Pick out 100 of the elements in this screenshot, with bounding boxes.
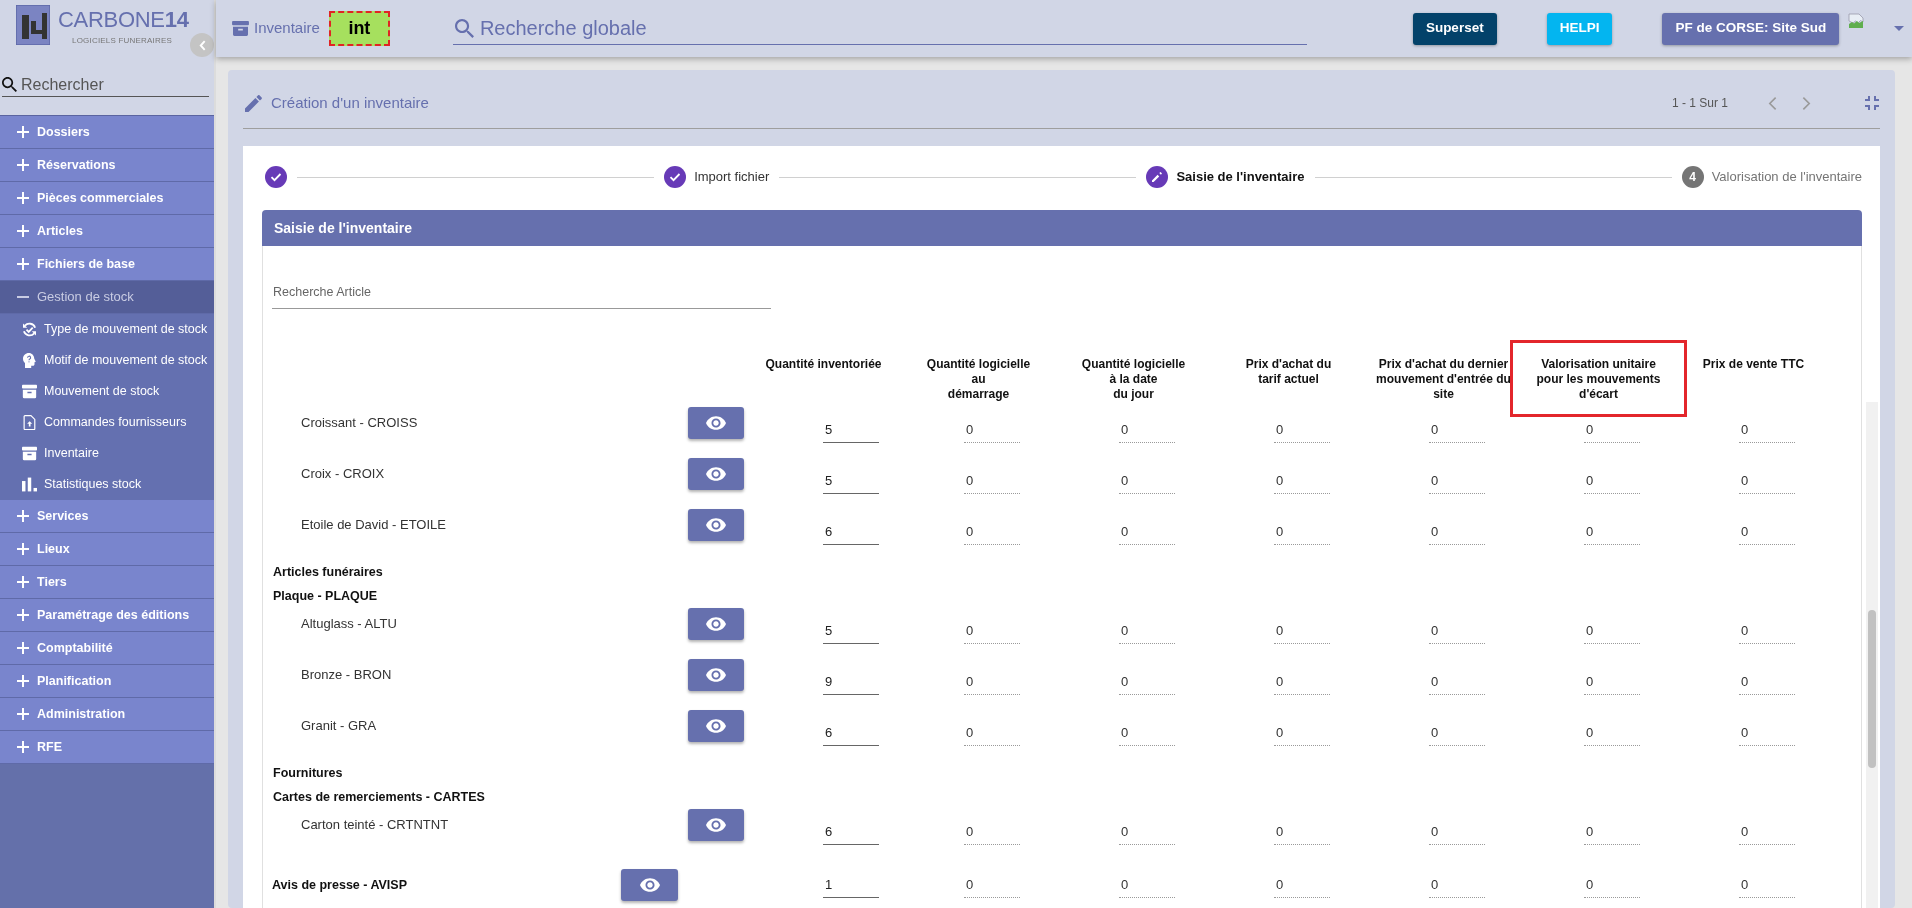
- readonly-value-field[interactable]: 0: [1584, 468, 1640, 494]
- plus-icon: [17, 708, 29, 720]
- readonly-value-field[interactable]: 0: [1429, 720, 1485, 746]
- readonly-value-field[interactable]: 0: [1584, 618, 1640, 644]
- readonly-value-field[interactable]: 0: [964, 872, 1020, 898]
- archive-icon: [232, 21, 249, 36]
- readonly-value-field[interactable]: 0: [1739, 819, 1795, 845]
- submenu-item[interactable]: Mouvement de stock: [0, 376, 214, 407]
- scrollbar-thumb[interactable]: [1868, 610, 1876, 768]
- column-header: Prix de vente TTC: [1701, 357, 1806, 373]
- readonly-value-field[interactable]: 0: [1429, 819, 1485, 845]
- readonly-value-field[interactable]: 0: [1274, 669, 1330, 695]
- readonly-value-field[interactable]: 0: [1274, 872, 1330, 898]
- readonly-value-field[interactable]: 0: [964, 618, 1020, 644]
- readonly-value-field[interactable]: 0: [1584, 519, 1640, 545]
- view-button[interactable]: [688, 809, 744, 841]
- readonly-value-field[interactable]: 0: [1119, 669, 1175, 695]
- readonly-value-field[interactable]: 0: [1584, 720, 1640, 746]
- readonly-value-field[interactable]: 0: [1429, 618, 1485, 644]
- view-button[interactable]: [688, 710, 744, 742]
- compress-icon[interactable]: [1865, 96, 1879, 110]
- archive-icon: [22, 446, 37, 461]
- quantity-field[interactable]: 5: [823, 618, 879, 644]
- article-name: Etoile de David - ETOILE: [301, 516, 446, 534]
- submenu-item[interactable]: Statistiques stock: [0, 469, 214, 500]
- step-pencil-icon: [1146, 166, 1169, 188]
- quantity-field[interactable]: 5: [823, 468, 879, 494]
- pagination-text: 1 - 1 Sur 1: [1671, 95, 1728, 112]
- readonly-value-field[interactable]: 0: [1739, 468, 1795, 494]
- readonly-value-field[interactable]: 0: [1584, 819, 1640, 845]
- readonly-value-field[interactable]: 0: [1429, 417, 1485, 443]
- readonly-value-field[interactable]: 0: [1739, 720, 1795, 746]
- readonly-value-field[interactable]: 0: [1274, 819, 1330, 845]
- column-header: Valorisation unitaire pour les mouvements d'écart: [1510, 340, 1687, 417]
- quantity-field[interactable]: 6: [823, 720, 879, 746]
- environment-badge: int: [328, 11, 390, 46]
- search-field[interactable]: Rechercher: [21, 73, 191, 96]
- plus-icon: [17, 576, 29, 588]
- readonly-value-field[interactable]: 0: [1274, 417, 1330, 443]
- readonly-value-field[interactable]: 0: [1584, 669, 1640, 695]
- quantity-field[interactable]: 5: [823, 417, 879, 443]
- minus-icon: [17, 296, 29, 298]
- plus-icon: [17, 510, 29, 522]
- view-button[interactable]: [688, 458, 744, 490]
- quantity-field[interactable]: 6: [823, 519, 879, 545]
- readonly-value-field[interactable]: 0: [1274, 468, 1330, 494]
- brand-tagline: LOGICIELS FUNERAIRES: [72, 35, 174, 47]
- readonly-value-field[interactable]: 0: [1119, 618, 1175, 644]
- readonly-value-field[interactable]: 0: [1119, 468, 1175, 494]
- readonly-value-field[interactable]: 0: [1429, 872, 1485, 898]
- caret-down-icon[interactable]: [1894, 26, 1905, 31]
- readonly-value-field[interactable]: 0: [1739, 669, 1795, 695]
- quantity-field[interactable]: 9: [823, 669, 879, 695]
- submenu-item[interactable]: Type de mouvement de stock: [0, 314, 214, 345]
- readonly-value-field[interactable]: 0: [964, 468, 1020, 494]
- readonly-value-field[interactable]: 0: [1274, 519, 1330, 545]
- readonly-value-field[interactable]: 0: [1739, 417, 1795, 443]
- readonly-value-field[interactable]: 0: [1429, 519, 1485, 545]
- view-button[interactable]: [688, 659, 744, 691]
- readonly-value-field[interactable]: 0: [1739, 519, 1795, 545]
- readonly-value-field[interactable]: 0: [964, 720, 1020, 746]
- plus-icon: [17, 609, 29, 621]
- menu-item[interactable]: Gestion de stock: [0, 281, 214, 313]
- readonly-value-field[interactable]: 0: [1274, 618, 1330, 644]
- submenu-item[interactable]: Inventaire: [0, 438, 214, 469]
- file-upload-icon: [22, 415, 37, 430]
- readonly-value-field[interactable]: 0: [1429, 468, 1485, 494]
- readonly-value-field[interactable]: 0: [1119, 519, 1175, 545]
- readonly-value-field[interactable]: 0: [1739, 618, 1795, 644]
- view-button[interactable]: [688, 608, 744, 640]
- readonly-value-field[interactable]: 0: [1119, 819, 1175, 845]
- site-button[interactable]: PF de CORSE: Site Sud: [1662, 12, 1840, 45]
- readonly-value-field[interactable]: 0: [964, 669, 1020, 695]
- readonly-value-field[interactable]: 0: [1119, 720, 1175, 746]
- quantity-field[interactable]: 1: [823, 872, 879, 898]
- pencil-icon: [245, 94, 262, 112]
- view-button[interactable]: [688, 509, 744, 541]
- category-heading: Articles funéraires: [272, 563, 384, 581]
- app-button[interactable]: Superset: [1412, 12, 1497, 45]
- readonly-value-field[interactable]: 0: [1584, 872, 1640, 898]
- readonly-value-field[interactable]: 0: [1119, 872, 1175, 898]
- view-button[interactable]: [688, 407, 744, 439]
- readonly-value-field[interactable]: 0: [964, 519, 1020, 545]
- subcategory-heading: Cartes de remerciements - CARTES: [272, 788, 486, 806]
- readonly-value-field[interactable]: 0: [1274, 720, 1330, 746]
- quantity-field[interactable]: 6: [823, 819, 879, 845]
- view-button[interactable]: [621, 869, 678, 901]
- submenu-item[interactable]: Commandes fournisseurs: [0, 407, 214, 438]
- submenu-item[interactable]: Motif de mouvement de stock: [0, 345, 214, 376]
- eye-icon: [639, 878, 660, 892]
- search-field[interactable]: Recherche globale: [479, 14, 1307, 42]
- readonly-value-field[interactable]: 0: [1119, 417, 1175, 443]
- readonly-value-field[interactable]: 0: [1739, 872, 1795, 898]
- logo-icon: [16, 5, 50, 45]
- plus-icon: [17, 192, 29, 204]
- readonly-value-field[interactable]: 0: [964, 417, 1020, 443]
- readonly-value-field[interactable]: 0: [1429, 669, 1485, 695]
- article-name: Carton teinté - CRTNTNT: [301, 816, 449, 834]
- readonly-value-field[interactable]: 0: [1584, 417, 1640, 443]
- readonly-value-field[interactable]: 0: [964, 819, 1020, 845]
